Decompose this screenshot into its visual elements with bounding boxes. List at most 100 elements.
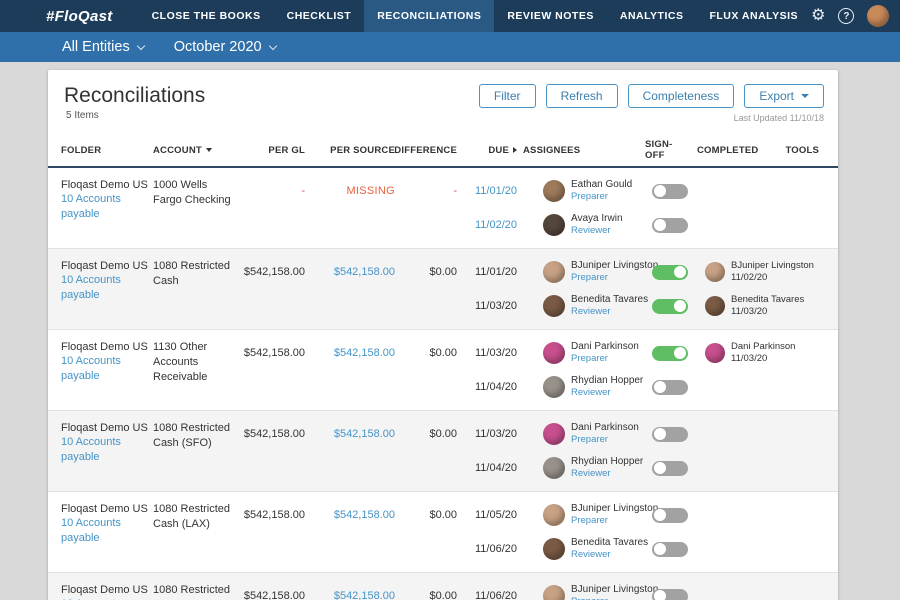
difference-value: - — [453, 185, 457, 197]
column-header-completed[interactable]: COMPLETED — [697, 133, 793, 166]
completeness-button[interactable]: Completeness — [627, 84, 735, 108]
assignee-role: Reviewer — [571, 549, 611, 561]
refresh-button[interactable]: Refresh — [545, 84, 618, 108]
folder-link[interactable]: 10 Accounts payable — [61, 192, 147, 221]
filter-button[interactable]: Filter — [478, 84, 536, 108]
nav-item-close-the-books[interactable]: CLOSE THE BOOKS — [139, 0, 274, 32]
completed-cell — [697, 174, 793, 242]
account-name[interactable]: 1080 Restricted Cash — [153, 255, 239, 323]
assignee-name: Dani Parkinson — [571, 422, 639, 434]
completed-line — [705, 208, 787, 242]
nav-item-review-notes[interactable]: REVIEW NOTES — [494, 0, 607, 32]
folder-entity: Floqast Demo US — [61, 503, 148, 515]
account-name[interactable]: 1080 Restricted Cash — [153, 579, 239, 600]
due-date: 11/01/20 — [474, 266, 517, 278]
nav-item-flux-analysis[interactable]: FLUX ANALYSIS — [696, 0, 811, 32]
completed-cell — [697, 417, 793, 485]
floqast-logo[interactable]: #FloQast — [46, 0, 139, 32]
signoff-toggle[interactable] — [652, 264, 688, 280]
per-source-value[interactable]: MISSING — [311, 174, 401, 242]
last-updated-text: Last Updated 11/10/18 — [733, 113, 824, 123]
signoff-toggle[interactable] — [652, 460, 688, 476]
account-name[interactable]: 1000 Wells Fargo Checking — [153, 174, 239, 242]
folder-cell: Floqast Demo US10 Accounts payable — [61, 336, 153, 404]
table-row: Floqast Demo US10 Accounts payable1080 R… — [48, 491, 838, 572]
signoff-toggle[interactable] — [652, 541, 688, 557]
per-source-value[interactable]: $542,158.00 — [311, 255, 401, 323]
assignee-text: Dani Parkinson Preparer — [571, 340, 639, 365]
account-name[interactable]: 1130 Other Accounts Receivable — [153, 336, 239, 404]
due-date: 11/04/20 — [474, 381, 517, 393]
column-header-assignees[interactable]: ASSIGNEES — [523, 133, 645, 166]
assignees-cell: Eathan Gould Preparer Avaya Irwin Reviewer — [523, 174, 645, 242]
difference-value: $0.00 — [429, 428, 457, 440]
folder-link[interactable]: 10 Accounts payable — [61, 516, 147, 545]
signoff-toggle[interactable] — [652, 217, 688, 233]
completed-line: BJuniper Livingston 11/02/20 — [705, 255, 814, 289]
column-header-difference[interactable]: DIFFERENCE — [394, 133, 463, 166]
folder-link[interactable]: 10 Accounts payable — [61, 354, 147, 383]
assignee-avatar — [543, 504, 565, 526]
assignee-name: Rhydian Hopper — [571, 456, 644, 468]
per-source-value[interactable]: $542,158.00 — [311, 417, 401, 485]
tools-cell — [793, 579, 825, 600]
export-button[interactable]: Export — [744, 84, 824, 108]
signoff-toggle[interactable] — [652, 298, 688, 314]
nav-item-analytics[interactable]: ANALYTICS — [607, 0, 697, 32]
toggle-knob — [654, 219, 666, 231]
entity-selector[interactable]: All Entities — [62, 39, 145, 55]
user-avatar[interactable] — [867, 5, 890, 27]
nav-item-checklist[interactable]: CHECKLIST — [274, 0, 365, 32]
signoff-toggle[interactable] — [652, 345, 688, 361]
signoff-toggle[interactable] — [652, 507, 688, 523]
signoff-toggle[interactable] — [652, 588, 688, 600]
table-row: Floqast Demo US 10 Accounts payable 1130 O… — [48, 329, 838, 410]
signoff-line — [652, 174, 691, 208]
assignee: BJuniper LivingstonPreparer — [543, 498, 658, 532]
column-header-sign-off[interactable]: SIGN-OFF — [645, 133, 697, 166]
assignee-avatar — [543, 180, 565, 202]
per-source-value[interactable]: $542,158.00 — [311, 579, 401, 600]
table-row: Floqast Demo US10 Accounts payable1080 R… — [48, 248, 838, 329]
per-source-value[interactable]: $542,158.00 — [311, 336, 401, 404]
assignee: Dani Parkinson Preparer — [543, 336, 639, 370]
account-name[interactable]: 1080 Restricted Cash (SFO) — [153, 417, 239, 485]
period-selector-label: October 2020 — [173, 39, 262, 55]
help-icon[interactable]: ? — [838, 8, 855, 24]
assignees-cell: BJuniper LivingstonPreparer Benedita Tava… — [523, 498, 658, 566]
column-header-account[interactable]: ACCOUNT — [153, 133, 239, 166]
assignee-text: Benedita Tavares Reviewer — [571, 293, 648, 318]
column-header-label: ACCOUNT — [153, 144, 202, 156]
folder-link[interactable]: 10 Accounts payable — [61, 273, 147, 302]
settings-gear-icon[interactable]: ⚙ — [811, 8, 825, 24]
column-header-label: DUE — [488, 144, 509, 156]
nav-item-reconciliations[interactable]: RECONCILIATIONS — [364, 0, 495, 32]
assignee: BJuniper LivingstonPreparer — [543, 255, 658, 289]
toggle-knob — [654, 462, 666, 474]
folder-link[interactable]: 10 Accounts payable — [61, 435, 147, 464]
due-cell: 11/06/2011/07/20 — [463, 579, 523, 600]
signoff-toggle[interactable] — [652, 183, 688, 199]
column-header-due[interactable]: DUE — [463, 133, 523, 166]
table-row: Floqast Demo US10 Accounts payable1080 R… — [48, 572, 838, 600]
completeness-button-label: Completeness — [642, 89, 720, 103]
completed-cell: BJuniper Livingston 11/02/20 Benedita Tava… — [697, 255, 814, 323]
folder-entity: Floqast Demo US — [61, 584, 148, 596]
signoff-toggle[interactable] — [652, 426, 688, 442]
column-header-per-source[interactable]: PER SOURCE — [311, 133, 401, 166]
per-gl-value: - — [301, 185, 305, 197]
completed-avatar — [705, 296, 725, 316]
account-name[interactable]: 1080 Restricted Cash (LAX) — [153, 498, 239, 566]
assignee-text: Avaya Irwin Reviewer — [571, 212, 623, 237]
toggle-knob — [654, 381, 666, 393]
per-source-value[interactable]: $542,158.00 — [311, 498, 401, 566]
column-header-tools[interactable]: TOOLS — [785, 133, 825, 166]
column-header-per-gl[interactable]: PER GL — [239, 133, 311, 166]
column-header-folder[interactable]: FOLDER — [61, 133, 153, 166]
completed-line — [705, 451, 787, 485]
assignees-cell: Dani Parkinson Preparer Rhydian Hopper Revi… — [523, 336, 645, 404]
period-selector[interactable]: October 2020 — [173, 39, 277, 55]
assignee-role: Preparer — [571, 353, 608, 365]
signoff-toggle[interactable] — [652, 379, 688, 395]
assignee-avatar — [543, 214, 565, 236]
